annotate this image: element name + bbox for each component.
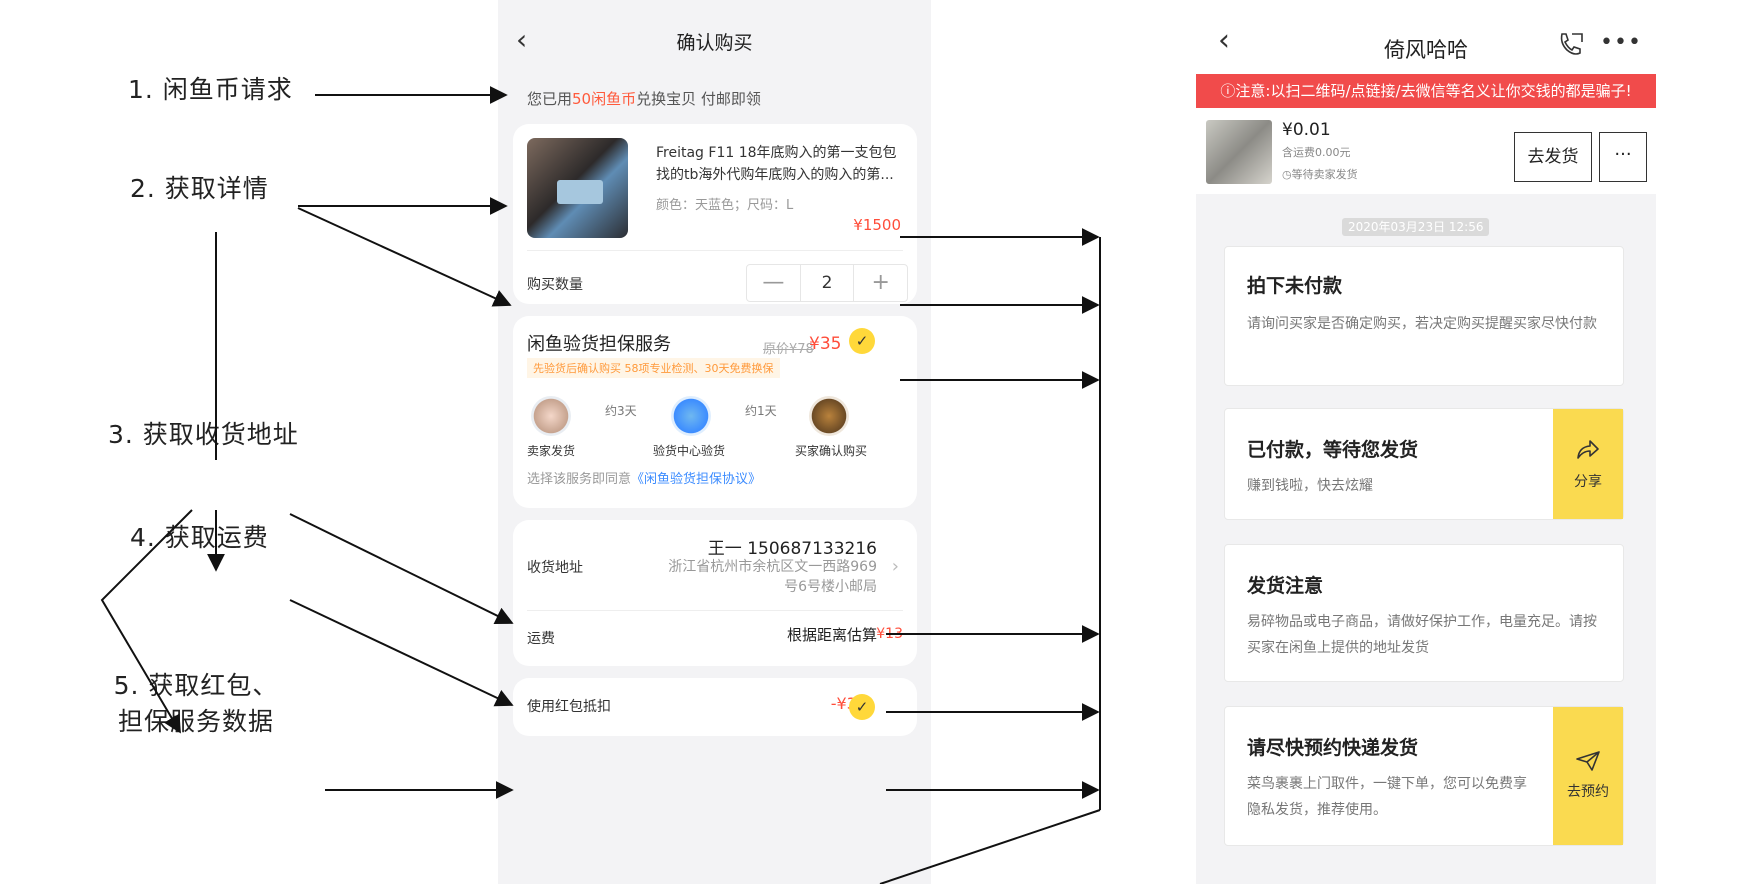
book-courier-label: 去预约 — [1567, 784, 1609, 800]
card-title: 拍下未付款 — [1247, 275, 1343, 297]
status-card-paid: 已付款，等待您发货 赚到钱啦，快去炫耀 分享 — [1224, 408, 1624, 520]
bag-label-patch — [557, 180, 603, 204]
service-check-icon[interactable]: ✓ — [849, 328, 875, 354]
service-old-price: 原价¥78 — [763, 342, 814, 357]
chat-timestamp: 2020年03月23日 12:56 — [1342, 218, 1490, 236]
card-title: 发货注意 — [1247, 575, 1324, 597]
send-icon — [1576, 751, 1600, 771]
node-caption-seller: 卖家发货 — [527, 444, 576, 458]
order-thumbnail[interactable] — [1206, 120, 1272, 184]
inspection-center-icon — [671, 396, 711, 436]
notice-suffix: 兑换宝贝 付邮即领 — [636, 90, 761, 108]
card-body: 易碎物品或电子商品，请做好保护工作，电量充足。请按买家在闲鱼上提供的地址发货 — [1247, 614, 1597, 656]
seller-avatar — [531, 396, 571, 436]
step-4-label: 4. 获取运费 — [130, 523, 269, 552]
shipping-notes-card: 发货注意 易碎物品或电子商品，请做好保护工作，电量充足。请按买家在闲鱼上提供的地… — [1224, 544, 1624, 682]
arrow-step2-quantity — [297, 207, 512, 307]
book-courier-button[interactable]: 去预约 — [1553, 707, 1623, 845]
arrow-step4-shipping — [289, 599, 514, 707]
share-icon — [1577, 440, 1599, 459]
divider — [527, 250, 903, 251]
node-caption-buyer: 买家确认购买 — [795, 444, 868, 458]
redpacket-check-icon[interactable]: ✓ — [849, 694, 875, 720]
card-title: 已付款，等待您发货 — [1247, 439, 1419, 461]
step-5-label: 5. 获取红包、 担保服务数据 — [112, 668, 280, 740]
quantity-value[interactable]: 2 — [799, 265, 854, 301]
chat-header: ‹ 倚风哈哈 ••• — [1196, 0, 1656, 74]
order-status: ◷等待卖家发货 — [1282, 168, 1358, 181]
fraud-warning-banner: ⓘ注意:以扫二维码/点链接/去微信等名义让你交钱的都是骗子! — [1196, 74, 1656, 108]
order-more-button[interactable]: ··· — [1599, 132, 1647, 182]
agree-prefix: 选择该服务即同意 — [527, 472, 632, 487]
notice-highlight: 50闲鱼币 — [572, 90, 637, 108]
card-title: 请尽快预约快递发货 — [1247, 737, 1419, 759]
service-tags: 先验货后确认购买 58项专业检测、30天免费换保 — [527, 358, 780, 378]
divider — [527, 610, 903, 611]
product-image[interactable] — [527, 138, 628, 238]
confirm-purchase-screen: ‹ 确认购买 您已用50闲鱼币兑换宝贝 付邮即领 Freitag F11 18年… — [498, 0, 931, 884]
share-label: 分享 — [1574, 474, 1602, 490]
node-caption-inspection: 验货中心验货 — [653, 444, 726, 458]
quantity-label: 购买数量 — [527, 277, 583, 293]
shipping-estimate: 根据距离估算 — [786, 626, 877, 644]
step-5-line-2: 担保服务数据 — [117, 707, 274, 736]
address-label: 收货地址 — [527, 560, 583, 576]
step-5-line-1: 5. 获取红包、 — [113, 671, 279, 700]
card-body: 赚到钱啦，快去炫耀 — [1247, 478, 1373, 494]
days-label-1: 约3天 — [605, 404, 637, 418]
service-agreement: 选择该服务即同意《闲鱼验货担保协议》 — [527, 468, 761, 487]
quantity-stepper: — 2 + — [746, 264, 908, 302]
agreement-link[interactable]: 《闲鱼验货担保协议》 — [631, 472, 761, 487]
product-price: ¥1500 — [853, 216, 901, 234]
quantity-minus-button[interactable]: — — [747, 265, 800, 301]
redpacket-card: 使用红包抵扣 -¥30 ✓ — [513, 678, 917, 736]
order-price: ¥0.01 — [1282, 120, 1331, 140]
inspection-service-card: 闲鱼验货担保服务 原价¥78 ¥35 ✓ 先验货后确认购买 58项专业检测、30… — [513, 316, 917, 508]
notice-prefix: 您已用 — [527, 90, 573, 108]
address-line-1[interactable]: 浙江省杭州市余杭区文一西路969 — [668, 556, 877, 576]
redpacket-label: 使用红包抵扣 — [527, 699, 611, 715]
buyer-avatar — [809, 396, 849, 436]
address-line-2[interactable]: 号6号楼小邮局 — [784, 576, 877, 596]
product-spec: 颜色：天蓝色；尺码：L — [656, 198, 794, 213]
order-chat-screen: ‹ 倚风哈哈 ••• ⓘ注意:以扫二维码/点链接/去微信等名义让你交钱的都是骗子… — [1196, 0, 1656, 884]
order-shipping-included: 含运费0.00元 — [1282, 146, 1351, 159]
confirm-header: ‹ 确认购买 — [498, 20, 931, 60]
more-icon[interactable]: ••• — [1600, 30, 1642, 55]
courier-booking-card: 请尽快预约快递发货 菜鸟裹裹上门取件，一键下单，您可以免费享隐私发货，推荐使用。… — [1224, 706, 1624, 846]
shipping-fee: ¥13 — [876, 626, 903, 642]
step-3-label: 3. 获取收货地址 — [108, 420, 299, 449]
quantity-plus-button[interactable]: + — [853, 265, 907, 301]
chat-title: 倚风哈哈 — [1384, 38, 1468, 62]
card-body: 请询问买家是否确定购买，若决定购买提醒买家尽快付款 — [1247, 316, 1597, 332]
card-body: 菜鸟裹裹上门取件，一键下单，您可以免费享隐私发货，推荐使用。 — [1247, 776, 1527, 818]
days-label-2: 约1天 — [745, 404, 777, 418]
step-2-label: 2. 获取详情 — [130, 174, 269, 203]
ship-button[interactable]: 去发货 — [1514, 132, 1592, 182]
service-price: ¥35 — [809, 334, 842, 354]
service-title: 闲鱼验货担保服务 — [527, 334, 671, 355]
page-title: 确认购买 — [676, 32, 753, 54]
arrow-step3-address — [289, 513, 514, 624]
order-summary: ¥0.01 含运费0.00元 ◷等待卖家发货 去发货 ··· — [1196, 108, 1656, 194]
chevron-right-icon[interactable]: › — [892, 556, 899, 577]
address-shipping-card: 收货地址 王一 150687133216 浙江省杭州市余杭区文一西路969 号6… — [513, 520, 917, 666]
product-card: Freitag F11 18年底购入的第一支包包找的tb海外代购年底购入的购入的… — [513, 124, 917, 304]
phone-call-icon[interactable] — [1556, 30, 1584, 58]
status-card-unpaid: 拍下未付款 请询问买家是否确定购买，若决定购买提醒买家尽快付款 — [1224, 246, 1624, 386]
product-title[interactable]: Freitag F11 18年底购入的第一支包包找的tb海外代购年底购入的购入的… — [656, 142, 906, 186]
step-1-label: 1. 闲鱼币请求 — [128, 75, 293, 104]
coin-notice: 您已用50闲鱼币兑换宝贝 付邮即领 — [527, 88, 761, 109]
share-button[interactable]: 分享 — [1553, 409, 1623, 519]
shipping-label: 运费 — [527, 631, 555, 647]
